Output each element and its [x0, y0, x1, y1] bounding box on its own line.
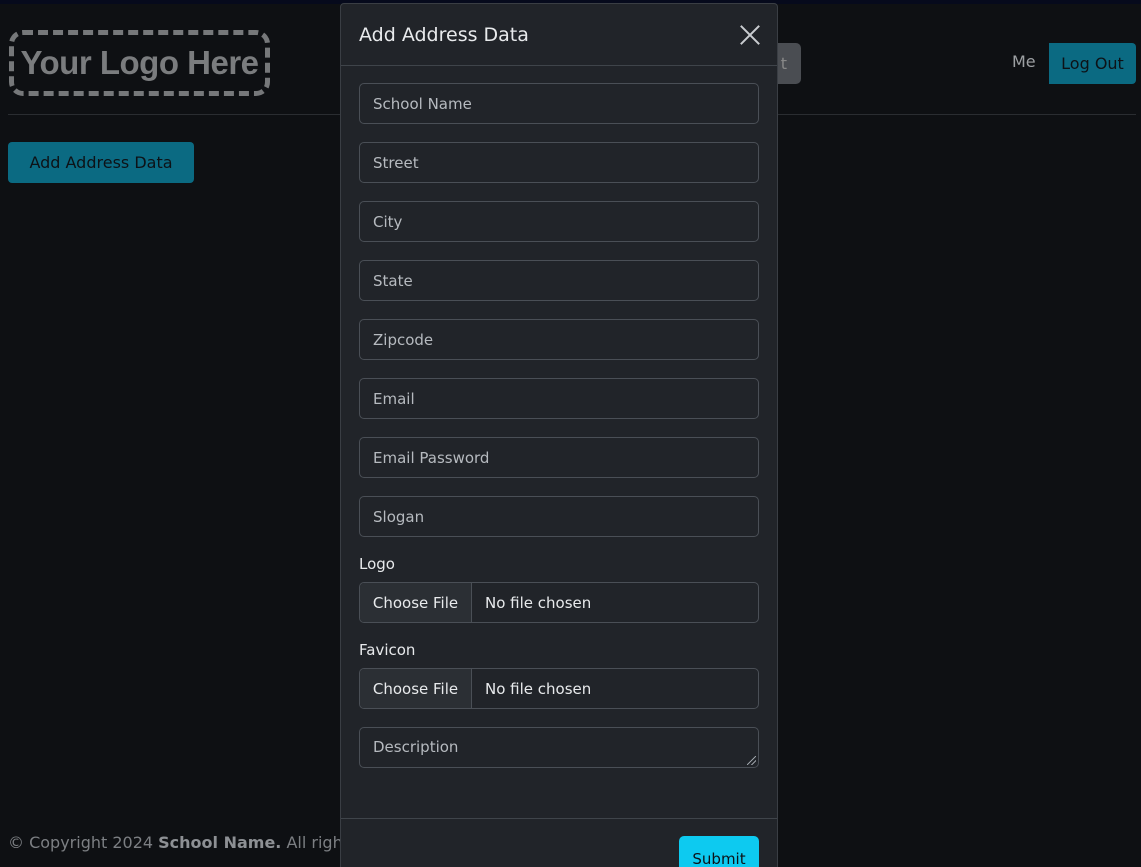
state-input[interactable] — [359, 260, 759, 301]
modal-header: Add Address Data — [341, 4, 777, 66]
logout-button[interactable]: Log Out — [1049, 43, 1136, 84]
site-logo[interactable]: Your Logo Here — [9, 30, 270, 96]
logo-text: Your Logo Here — [20, 44, 259, 81]
add-address-modal: Add Address Data Logo Choose File No fil… — [340, 3, 778, 867]
slogan-input[interactable] — [359, 496, 759, 537]
email-password-input[interactable] — [359, 437, 759, 478]
add-address-data-button[interactable]: Add Address Data — [8, 142, 194, 183]
modal-body: Logo Choose File No file chosen Favicon … — [341, 66, 777, 768]
close-icon[interactable] — [739, 24, 761, 46]
favicon-file-status: No file chosen — [485, 679, 592, 698]
modal-title: Add Address Data — [359, 23, 529, 46]
description-textarea[interactable] — [359, 727, 759, 768]
logo-label: Logo — [359, 555, 395, 573]
description-wrapper — [359, 727, 759, 768]
school-name-input[interactable] — [359, 83, 759, 124]
favicon-file-input[interactable]: Choose File No file chosen — [359, 668, 759, 709]
footer-brand: School Name. — [158, 833, 282, 852]
footer-prefix: © Copyright 2024 — [8, 833, 159, 852]
logo-choose-file-button[interactable]: Choose File — [360, 583, 472, 622]
favicon-choose-file-button[interactable]: Choose File — [360, 669, 472, 708]
nav-me-link[interactable]: Me — [1012, 52, 1036, 71]
modal-footer: Submit — [341, 818, 777, 867]
partially-hidden-nav-button-label: t — [780, 54, 787, 73]
logo-file-input[interactable]: Choose File No file chosen — [359, 582, 759, 623]
logo-file-status: No file chosen — [485, 593, 592, 612]
resize-grip-icon[interactable] — [747, 756, 756, 765]
submit-button[interactable]: Submit — [679, 836, 759, 867]
city-input[interactable] — [359, 201, 759, 242]
zipcode-input[interactable] — [359, 319, 759, 360]
email-input[interactable] — [359, 378, 759, 419]
street-input[interactable] — [359, 142, 759, 183]
favicon-label: Favicon — [359, 641, 416, 659]
